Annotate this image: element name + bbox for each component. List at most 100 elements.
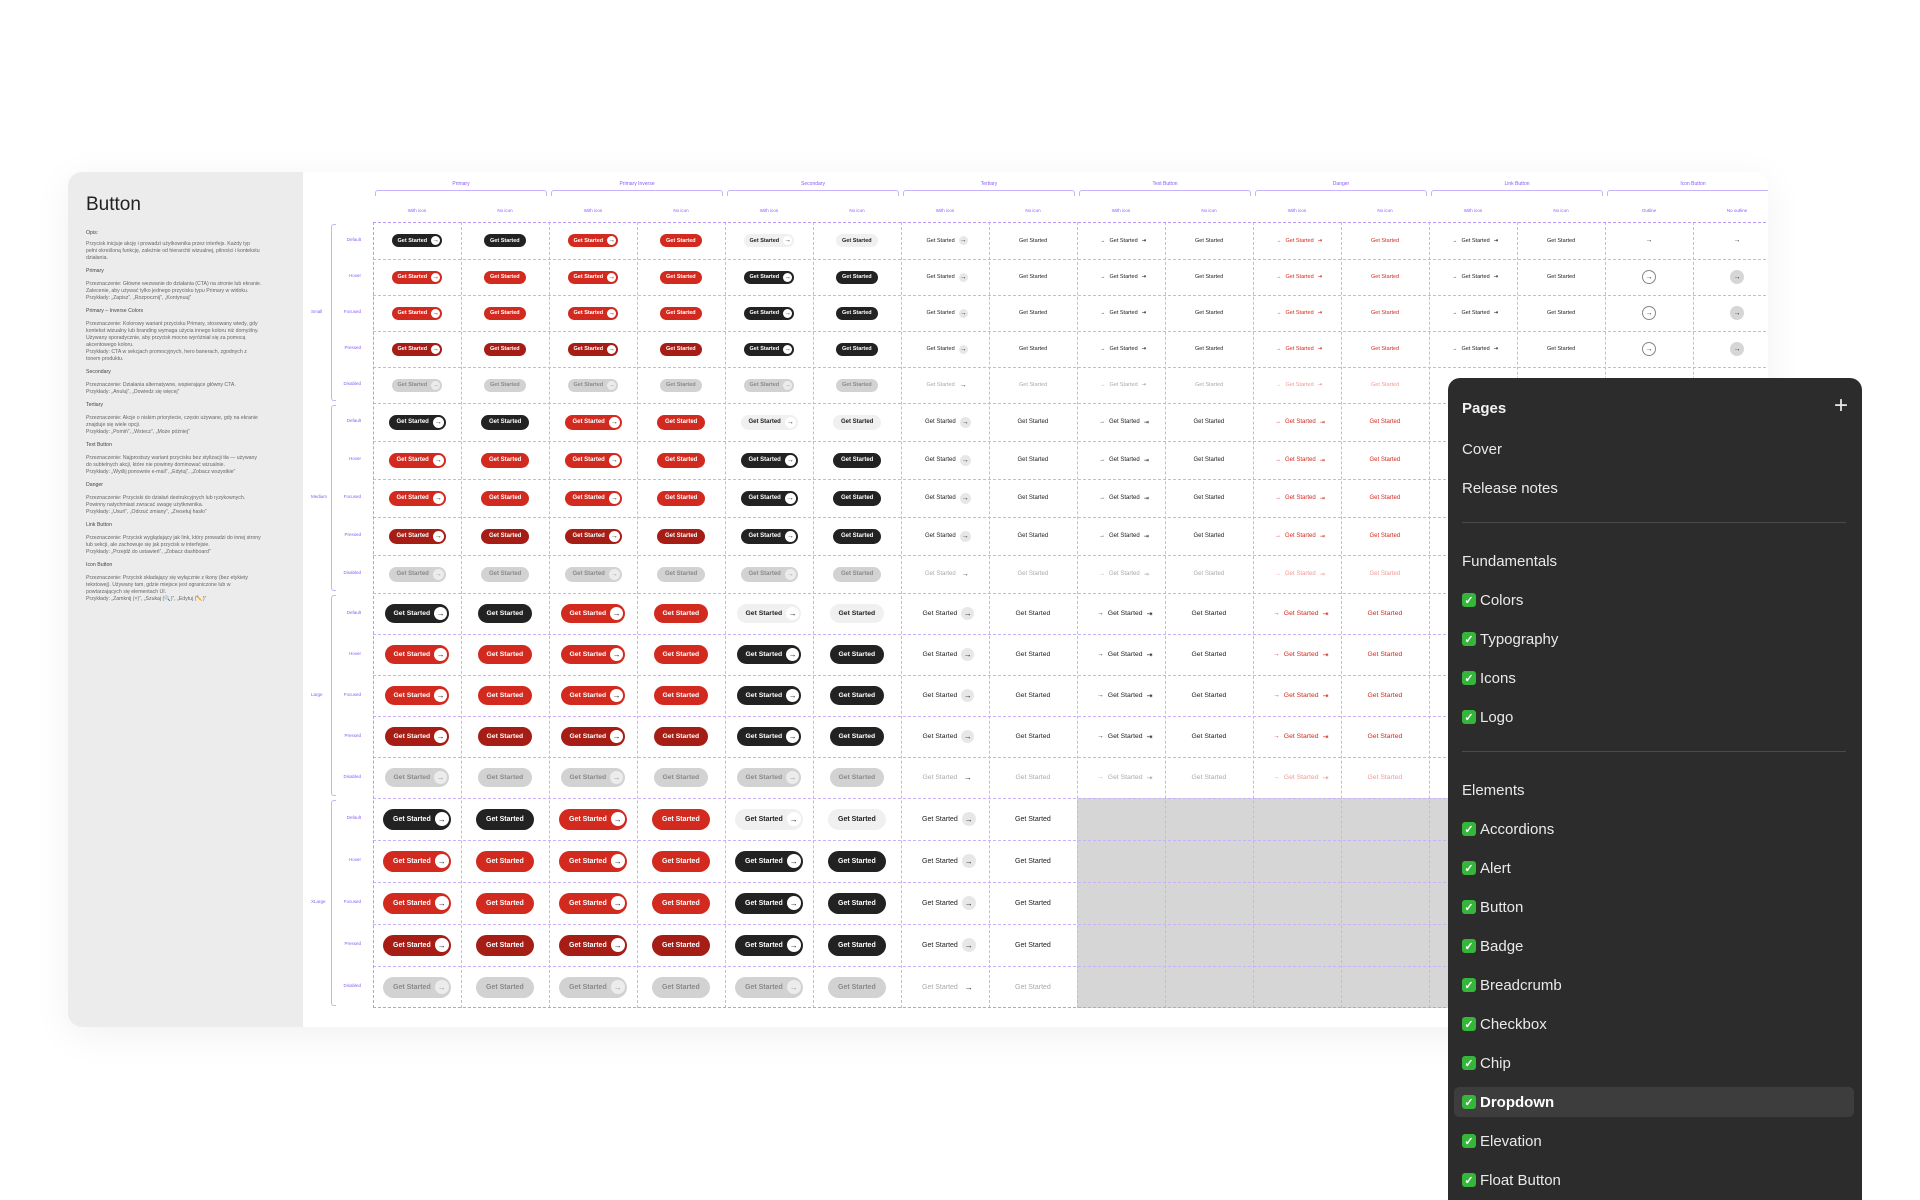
- get-started-button[interactable]: Get Started: [1359, 645, 1412, 664]
- get-started-button[interactable]: Get Started: [484, 306, 526, 320]
- get-started-button-with-icon[interactable]: Get Started →: [917, 453, 973, 468]
- add-page-icon[interactable]: +: [1834, 394, 1848, 418]
- get-started-button-with-icon[interactable]: Get Started →: [736, 768, 802, 787]
- get-started-button[interactable]: Get Started: [1359, 768, 1412, 787]
- get-started-button[interactable]: Get Started: [828, 976, 886, 998]
- get-started-button-with-icon[interactable]: → Get Started ⇥: [1264, 686, 1330, 705]
- get-started-button[interactable]: Get Started: [481, 490, 530, 506]
- get-started-button[interactable]: Get Started: [1007, 604, 1060, 623]
- get-started-button-with-icon[interactable]: Get Started →: [921, 343, 970, 356]
- get-started-button-with-icon[interactable]: → Get Started ⇥: [1270, 343, 1324, 356]
- get-started-button-with-icon[interactable]: Get Started →: [912, 851, 978, 872]
- get-started-button-with-icon[interactable]: Get Started →: [740, 414, 798, 430]
- get-started-button[interactable]: Get Started: [476, 850, 534, 872]
- get-started-button-with-icon[interactable]: Get Started →: [383, 808, 451, 830]
- get-started-button-with-icon[interactable]: Get Started →: [912, 809, 978, 830]
- get-started-button[interactable]: Get Started: [833, 566, 882, 582]
- get-started-button[interactable]: Get Started: [833, 490, 882, 506]
- get-started-button[interactable]: Get Started: [1362, 491, 1409, 506]
- get-started-button-with-icon[interactable]: Get Started →: [559, 850, 627, 872]
- get-started-button[interactable]: Get Started: [652, 934, 710, 956]
- get-started-button-with-icon[interactable]: → Get Started ⇥: [1270, 271, 1324, 284]
- get-started-button-with-icon[interactable]: Get Started →: [914, 645, 977, 664]
- get-started-button-with-icon[interactable]: Get Started →: [743, 378, 795, 392]
- get-started-button[interactable]: Get Started: [1362, 567, 1409, 582]
- get-started-button[interactable]: Get Started: [836, 270, 878, 284]
- get-started-button-with-icon[interactable]: Get Started →: [914, 686, 977, 705]
- get-started-button[interactable]: Get Started: [1010, 491, 1057, 506]
- page-item-badge[interactable]: ✓ Badge: [1454, 931, 1854, 961]
- get-started-button[interactable]: Get Started: [1189, 234, 1229, 247]
- get-started-button-with-icon[interactable]: Get Started →: [743, 270, 795, 284]
- get-started-button-with-icon[interactable]: Get Started →: [740, 528, 798, 544]
- get-started-button[interactable]: Get Started: [1362, 453, 1409, 468]
- get-started-button-with-icon[interactable]: → Get Started ⇥: [1088, 686, 1154, 705]
- get-started-button[interactable]: Get Started: [1541, 307, 1581, 320]
- get-started-button-with-icon[interactable]: Get Started →: [914, 604, 977, 623]
- icon-only-arrow-button[interactable]: →: [1642, 234, 1656, 248]
- get-started-button[interactable]: Get Started: [1007, 768, 1060, 787]
- page-item-float-button[interactable]: ✓ Float Button: [1454, 1165, 1854, 1195]
- get-started-button-with-icon[interactable]: Get Started →: [391, 378, 443, 392]
- get-started-button-with-icon[interactable]: → Get Started ⇥: [1267, 415, 1327, 430]
- get-started-button[interactable]: Get Started: [833, 414, 882, 430]
- get-started-button-with-icon[interactable]: Get Started →: [917, 415, 973, 430]
- get-started-button[interactable]: Get Started: [1186, 529, 1233, 544]
- icon-only-arrow-button[interactable]: →: [1642, 306, 1656, 320]
- get-started-button-with-icon[interactable]: → Get Started ⇥: [1264, 604, 1330, 623]
- get-started-button-with-icon[interactable]: Get Started →: [559, 976, 627, 998]
- get-started-button[interactable]: Get Started: [477, 604, 533, 623]
- get-started-button[interactable]: Get Started: [481, 566, 530, 582]
- get-started-button-with-icon[interactable]: Get Started →: [740, 566, 798, 582]
- get-started-button[interactable]: Get Started: [1186, 453, 1233, 468]
- get-started-button-with-icon[interactable]: Get Started →: [564, 528, 622, 544]
- get-started-button[interactable]: Get Started: [657, 566, 706, 582]
- get-started-button-with-icon[interactable]: Get Started →: [388, 528, 446, 544]
- get-started-button[interactable]: Get Started: [484, 342, 526, 356]
- get-started-button-with-icon[interactable]: → Get Started ⇥: [1091, 529, 1151, 544]
- get-started-button-with-icon[interactable]: → Get Started ⇥: [1091, 491, 1151, 506]
- get-started-button[interactable]: Get Started: [1365, 307, 1405, 320]
- get-started-button[interactable]: Get Started: [833, 452, 882, 468]
- get-started-button-with-icon[interactable]: Get Started →: [384, 768, 450, 787]
- get-started-button-with-icon[interactable]: Get Started →: [743, 234, 795, 247]
- get-started-button[interactable]: Get Started: [1359, 604, 1412, 623]
- page-item-release-notes[interactable]: Release notes: [1454, 473, 1854, 503]
- get-started-button[interactable]: Get Started: [1541, 343, 1581, 356]
- get-started-button[interactable]: Get Started: [829, 604, 885, 623]
- get-started-button[interactable]: Get Started: [829, 768, 885, 787]
- get-started-button-with-icon[interactable]: Get Started →: [567, 378, 619, 392]
- get-started-button-with-icon[interactable]: Get Started →: [912, 977, 978, 998]
- get-started-button[interactable]: Get Started: [829, 727, 885, 746]
- get-started-button-with-icon[interactable]: → Get Started ⇥: [1270, 307, 1324, 320]
- get-started-button[interactable]: Get Started: [476, 808, 534, 830]
- get-started-button[interactable]: Get Started: [1010, 529, 1057, 544]
- get-started-button[interactable]: Get Started: [1189, 271, 1229, 284]
- get-started-button-with-icon[interactable]: Get Started →: [388, 490, 446, 506]
- get-started-button[interactable]: Get Started: [1541, 234, 1581, 247]
- get-started-button-with-icon[interactable]: → Get Started ⇥: [1270, 234, 1324, 247]
- get-started-button-with-icon[interactable]: Get Started →: [735, 850, 803, 872]
- get-started-button-with-icon[interactable]: Get Started →: [567, 342, 619, 356]
- get-started-button[interactable]: Get Started: [1013, 343, 1053, 356]
- get-started-button[interactable]: Get Started: [476, 892, 534, 914]
- get-started-button-with-icon[interactable]: Get Started →: [740, 452, 798, 468]
- get-started-button[interactable]: Get Started: [653, 645, 709, 664]
- page-item-accordions[interactable]: ✓ Accordions: [1454, 814, 1854, 844]
- get-started-button[interactable]: Get Started: [660, 270, 702, 284]
- get-started-button[interactable]: Get Started: [829, 686, 885, 705]
- get-started-button[interactable]: Get Started: [652, 976, 710, 998]
- get-started-button-with-icon[interactable]: Get Started →: [388, 452, 446, 468]
- page-item-chip[interactable]: ✓ Chip: [1454, 1048, 1854, 1078]
- get-started-button[interactable]: Get Started: [477, 768, 533, 787]
- get-started-button[interactable]: Get Started: [652, 808, 710, 830]
- get-started-button[interactable]: Get Started: [1189, 343, 1229, 356]
- get-started-button[interactable]: Get Started: [477, 727, 533, 746]
- get-started-button-with-icon[interactable]: Get Started →: [740, 490, 798, 506]
- get-started-button-with-icon[interactable]: → Get Started ⇥: [1091, 453, 1151, 468]
- get-started-button-with-icon[interactable]: → Get Started ⇥: [1094, 379, 1148, 392]
- get-started-button-with-icon[interactable]: Get Started →: [735, 808, 803, 830]
- get-started-button[interactable]: Get Started: [477, 686, 533, 705]
- get-started-button[interactable]: Get Started: [1183, 727, 1236, 746]
- get-started-button-with-icon[interactable]: → Get Started ⇥: [1267, 567, 1327, 582]
